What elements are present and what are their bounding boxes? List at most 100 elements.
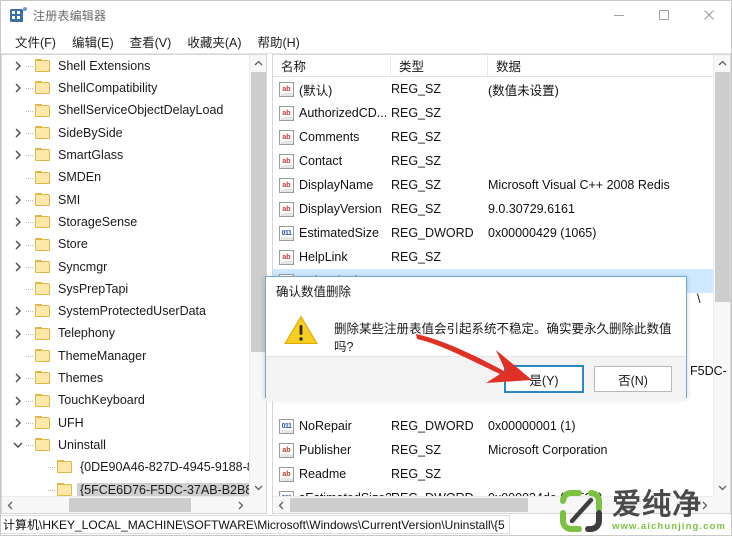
minimize-button[interactable]	[596, 1, 641, 29]
tree-scroll-down-icon[interactable]	[250, 479, 266, 496]
chevron-right-icon[interactable]	[10, 412, 26, 434]
chevron-right-icon[interactable]	[10, 367, 26, 389]
tree-connector	[26, 189, 35, 211]
dialog-yes-button[interactable]: 是(Y)	[505, 366, 583, 392]
chevron-right-icon[interactable]	[10, 122, 26, 144]
tree-scroll-thumb[interactable]	[251, 72, 266, 352]
tree-item[interactable]: ShellCompatibility	[2, 77, 249, 99]
dialog-no-button[interactable]: 否(N)	[594, 366, 672, 392]
close-button[interactable]	[686, 1, 731, 29]
tree-item[interactable]: {5FCE6D76-F5DC-37AB-B2B8-22	[2, 479, 249, 496]
tree-item[interactable]: SysPrepTapi	[2, 278, 249, 300]
string-value-icon: ab	[279, 201, 294, 217]
table-row[interactable]: ab HelpLink REG_SZ	[273, 245, 713, 269]
value-type-cell: REG_SZ	[391, 106, 442, 120]
tree-scroll-up-icon[interactable]	[250, 55, 266, 72]
registry-tree[interactable]: Shell Extensions ShellCompatibility ShellS…	[2, 55, 249, 496]
tree-item[interactable]: Themes	[2, 367, 249, 389]
table-row[interactable]: ab (默认) REG_SZ (数值未设置)	[273, 77, 713, 101]
watermark-brand: 爱纯净	[612, 487, 703, 521]
maximize-button[interactable]	[641, 1, 686, 29]
chevron-right-icon[interactable]	[10, 234, 26, 256]
value-name-label: Contact	[299, 154, 343, 168]
tree-item-label: Store	[58, 237, 88, 252]
chevron-right-icon[interactable]	[10, 55, 26, 77]
chevron-right-icon[interactable]	[10, 211, 26, 233]
tree-item[interactable]: {0DE90A46-827D-4945-9188-87	[2, 456, 249, 478]
value-name-label: DisplayName	[299, 178, 374, 192]
column-header-name[interactable]: 名称	[273, 55, 391, 76]
tree-connector	[26, 55, 35, 77]
tree-scroll-right-icon[interactable]	[232, 497, 249, 513]
chevron-right-icon[interactable]	[10, 390, 26, 412]
value-name-label: NoRepair	[299, 419, 352, 433]
value-name-cell: ab Contact	[273, 153, 391, 169]
tree-item[interactable]: SmartGlass	[2, 144, 249, 166]
folder-icon	[35, 393, 52, 408]
tree-item[interactable]: TouchKeyboard	[2, 389, 249, 411]
table-row[interactable]: ab Publisher REG_SZ Microsoft Corporation	[273, 438, 713, 462]
menu-help[interactable]: 帮助(H)	[249, 30, 307, 53]
chevron-right-icon[interactable]	[10, 323, 26, 345]
chevron-right-icon[interactable]	[10, 144, 26, 166]
list-scroll-left-icon[interactable]	[273, 497, 290, 513]
tree-item[interactable]: ShellServiceObjectDelayLoad	[2, 100, 249, 122]
tree-scroll-left-icon[interactable]	[2, 497, 19, 513]
value-type-cell: REG_SZ	[391, 154, 442, 168]
status-path: 计算机\HKEY_LOCAL_MACHINE\SOFTWARE\Microsof…	[1, 515, 510, 534]
tree-item[interactable]: StorageSense	[2, 211, 249, 233]
tree-hscroll-thumb[interactable]	[69, 498, 191, 512]
chevron-right-icon[interactable]	[10, 256, 26, 278]
tree-item[interactable]: Store	[2, 233, 249, 255]
chevron-right-icon[interactable]	[10, 300, 26, 322]
folder-icon	[35, 237, 52, 252]
registry-editor-window: 注册表编辑器 文件(F) 编辑(E) 查看(V) 收藏夹(A) 帮助(H) Sh…	[0, 0, 732, 536]
tree-item-label: Syncmgr	[58, 259, 108, 274]
table-row[interactable]: ab DisplayVersion REG_SZ 9.0.30729.6161	[273, 197, 713, 221]
table-row[interactable]: ab Contact REG_SZ	[273, 149, 713, 173]
tree-vertical-scrollbar[interactable]	[249, 55, 266, 496]
tree-item[interactable]: Uninstall	[2, 434, 249, 456]
folder-icon	[35, 438, 52, 452]
chevron-right-icon[interactable]	[10, 189, 26, 211]
chevron-down-icon[interactable]	[10, 434, 26, 456]
tree-item[interactable]: SideBySide	[2, 122, 249, 144]
tree-item[interactable]: Syncmgr	[2, 256, 249, 278]
list-vertical-scrollbar[interactable]	[713, 55, 730, 496]
chevron-right-icon[interactable]	[10, 77, 26, 99]
value-name-cell: ab Publisher	[273, 442, 391, 458]
table-row[interactable]: 011 NoRepair REG_DWORD 0x00000001 (1)	[273, 414, 713, 438]
tree-connector	[26, 345, 35, 367]
folder-icon	[35, 81, 52, 95]
column-header-type[interactable]: 类型	[391, 55, 488, 76]
tree-item[interactable]: UFH	[2, 412, 249, 434]
tree-item-label: Uninstall	[58, 437, 106, 452]
tree-item[interactable]: Shell Extensions	[2, 55, 249, 77]
value-data-cell: Microsoft Visual C++ 2008 Redis	[488, 178, 670, 192]
tree-connector	[26, 367, 35, 389]
tree-item[interactable]: ThemeManager	[2, 345, 249, 367]
menu-favorites[interactable]: 收藏夹(A)	[179, 30, 249, 53]
table-row[interactable]: 011 EstimatedSize REG_DWORD 0x00000429 (106…	[273, 221, 713, 245]
tree-item[interactable]: SMI	[2, 189, 249, 211]
tree-item[interactable]: SystemProtectedUserData	[2, 300, 249, 322]
table-row[interactable]: ab AuthorizedCD... REG_SZ	[273, 101, 713, 125]
value-data-cell: 9.0.30729.6161	[488, 202, 575, 216]
string-value-icon: ab	[279, 466, 294, 482]
folder-icon	[35, 192, 52, 207]
list-hscroll-thumb[interactable]	[290, 498, 528, 512]
menu-edit[interactable]: 编辑(E)	[64, 30, 122, 53]
tree-connector	[26, 234, 35, 256]
table-row[interactable]: ab Comments REG_SZ	[273, 125, 713, 149]
list-scroll-thumb[interactable]	[715, 72, 730, 302]
tree-item[interactable]: Telephony	[2, 323, 249, 345]
table-row[interactable]: ab DisplayName REG_SZ Microsoft Visual C++ …	[273, 173, 713, 197]
list-scroll-up-icon[interactable]	[714, 55, 730, 72]
column-header-data[interactable]: 数据	[488, 55, 713, 76]
table-row[interactable]: ab Readme REG_SZ	[273, 462, 713, 486]
tree-item[interactable]: SMDEn	[2, 166, 249, 188]
tree-item-label: TouchKeyboard	[58, 393, 145, 408]
tree-horizontal-scrollbar[interactable]	[2, 496, 266, 513]
menu-file[interactable]: 文件(F)	[7, 30, 64, 53]
menu-view[interactable]: 查看(V)	[122, 30, 180, 53]
